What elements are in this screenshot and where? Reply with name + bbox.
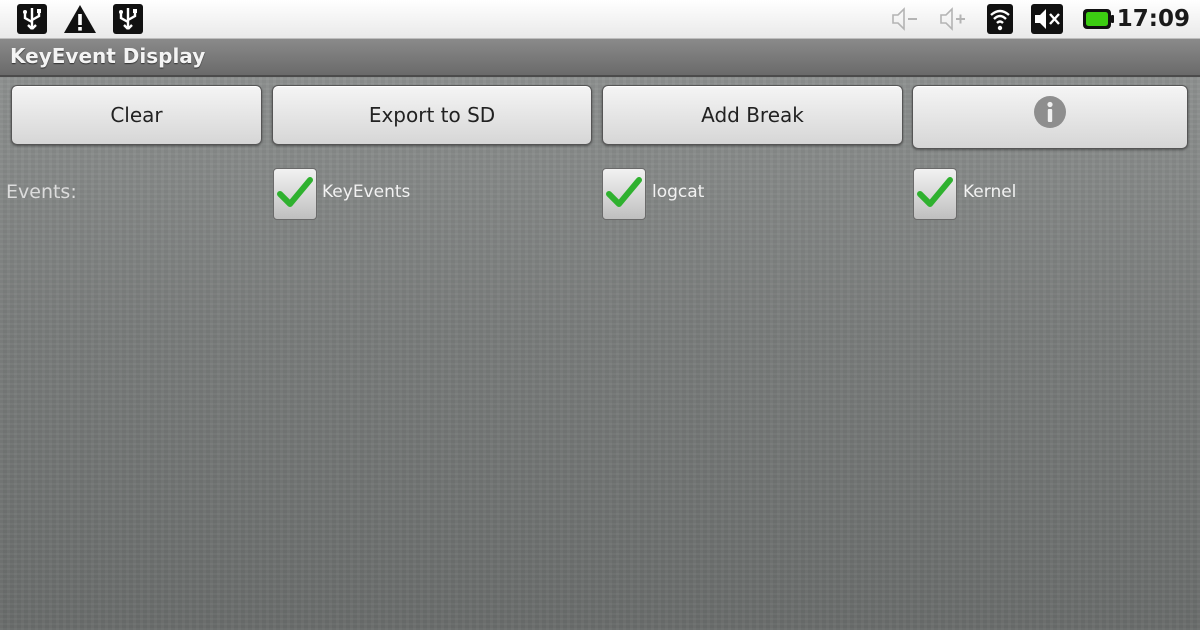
kernel-label[interactable]: Kernel <box>963 182 1016 202</box>
keyevents-checkbox[interactable] <box>273 168 317 220</box>
kernel-checkbox[interactable] <box>913 168 957 220</box>
status-bar: 17:09 <box>0 0 1200 39</box>
main-content: Clear Export to SD Add Break Events: Key… <box>0 77 1200 630</box>
events-label: Events: <box>6 181 77 203</box>
export-to-sd-button[interactable]: Export to SD <box>272 85 592 145</box>
logcat-label[interactable]: logcat <box>652 182 704 202</box>
title-bar: KeyEvent Display <box>0 39 1200 77</box>
usb-icon <box>113 4 143 34</box>
clear-button[interactable]: Clear <box>11 85 262 145</box>
checkmark-icon <box>277 177 313 207</box>
checkmark-icon <box>606 177 642 207</box>
battery-icon <box>1083 9 1114 29</box>
info-button[interactable] <box>912 85 1188 149</box>
wifi-icon <box>987 4 1013 34</box>
clock: 17:09 <box>1116 6 1190 32</box>
volume-down-icon <box>892 7 917 31</box>
checkmark-icon <box>917 177 953 207</box>
usb-icon <box>17 4 47 34</box>
mute-icon <box>1031 4 1063 34</box>
warning-icon <box>64 5 96 33</box>
app-title: KeyEvent Display <box>10 44 206 68</box>
logcat-checkbox[interactable] <box>602 168 646 220</box>
info-icon <box>1034 96 1066 128</box>
keyevents-label[interactable]: KeyEvents <box>322 182 410 202</box>
add-break-button[interactable]: Add Break <box>602 85 903 145</box>
volume-up-icon <box>940 7 965 31</box>
